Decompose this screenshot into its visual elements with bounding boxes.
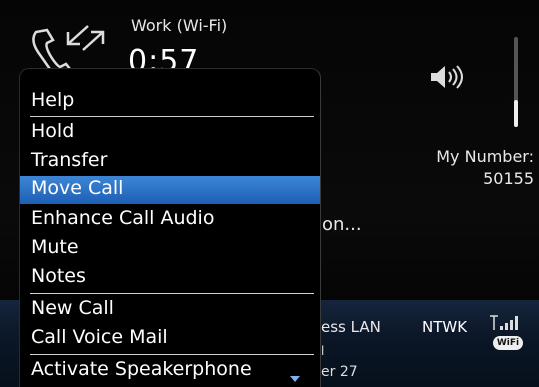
scroll-down-arrow-icon[interactable]	[289, 375, 301, 383]
carrier-name: NTWK	[422, 318, 468, 336]
menu-item-label: Help	[31, 89, 75, 111]
status-date: er 27	[321, 364, 358, 380]
speaker-volume-icon	[431, 65, 463, 89]
menu-item-label: Transfer	[31, 149, 108, 171]
menu-item-new-call[interactable]: New Call	[20, 296, 320, 324]
menu-item-transfer[interactable]: Transfer	[20, 148, 320, 176]
menu-item-call-voice-mail[interactable]: Call Voice Mail	[20, 325, 320, 353]
signal-strength-icon	[490, 315, 518, 330]
menu-item-label: Notes	[31, 265, 86, 287]
menu-item-activate-speakerphone[interactable]: Activate Speakerphone	[20, 357, 320, 385]
menu-item-label: Move Call	[31, 177, 124, 199]
phone-call-screen: Work (Wi-Fi) 0:57 My Number: 50155 on...…	[0, 0, 539, 387]
menu-item-hold[interactable]: Hold	[20, 119, 320, 147]
menu-divider	[30, 293, 314, 294]
menu-item-label: Mute	[31, 236, 79, 258]
menu-item-enhance-call-audio[interactable]: Enhance Call Audio	[20, 206, 320, 234]
call-status-text: on...	[322, 214, 362, 235]
menu-item-label: Hold	[31, 120, 75, 142]
my-number-value: 50155	[483, 169, 534, 188]
menu-item-label: Call Voice Mail	[31, 326, 168, 348]
volume-slider[interactable]	[511, 37, 521, 127]
context-menu: Help Hold Transfer Move Call Enhance Cal…	[19, 68, 321, 387]
menu-divider	[30, 116, 314, 117]
network-name: ess LAN	[321, 318, 381, 336]
menu-item-help[interactable]: Help	[20, 88, 320, 116]
menu-item-label: New Call	[31, 297, 114, 319]
menu-item-label: Enhance Call Audio	[31, 207, 215, 229]
status-sub-line: l	[321, 344, 325, 358]
menu-item-move-call[interactable]: Move Call	[20, 176, 320, 204]
menu-divider	[30, 354, 314, 355]
my-number-label: My Number:	[436, 147, 534, 166]
volume-level-fill	[514, 100, 518, 127]
wifi-badge-icon: WiFi	[493, 336, 523, 350]
menu-item-label: Activate Speakerphone	[31, 358, 252, 380]
menu-item-notes[interactable]: Notes	[20, 264, 320, 292]
call-line-label: Work (Wi-Fi)	[131, 16, 228, 35]
menu-item-mute[interactable]: Mute	[20, 235, 320, 263]
